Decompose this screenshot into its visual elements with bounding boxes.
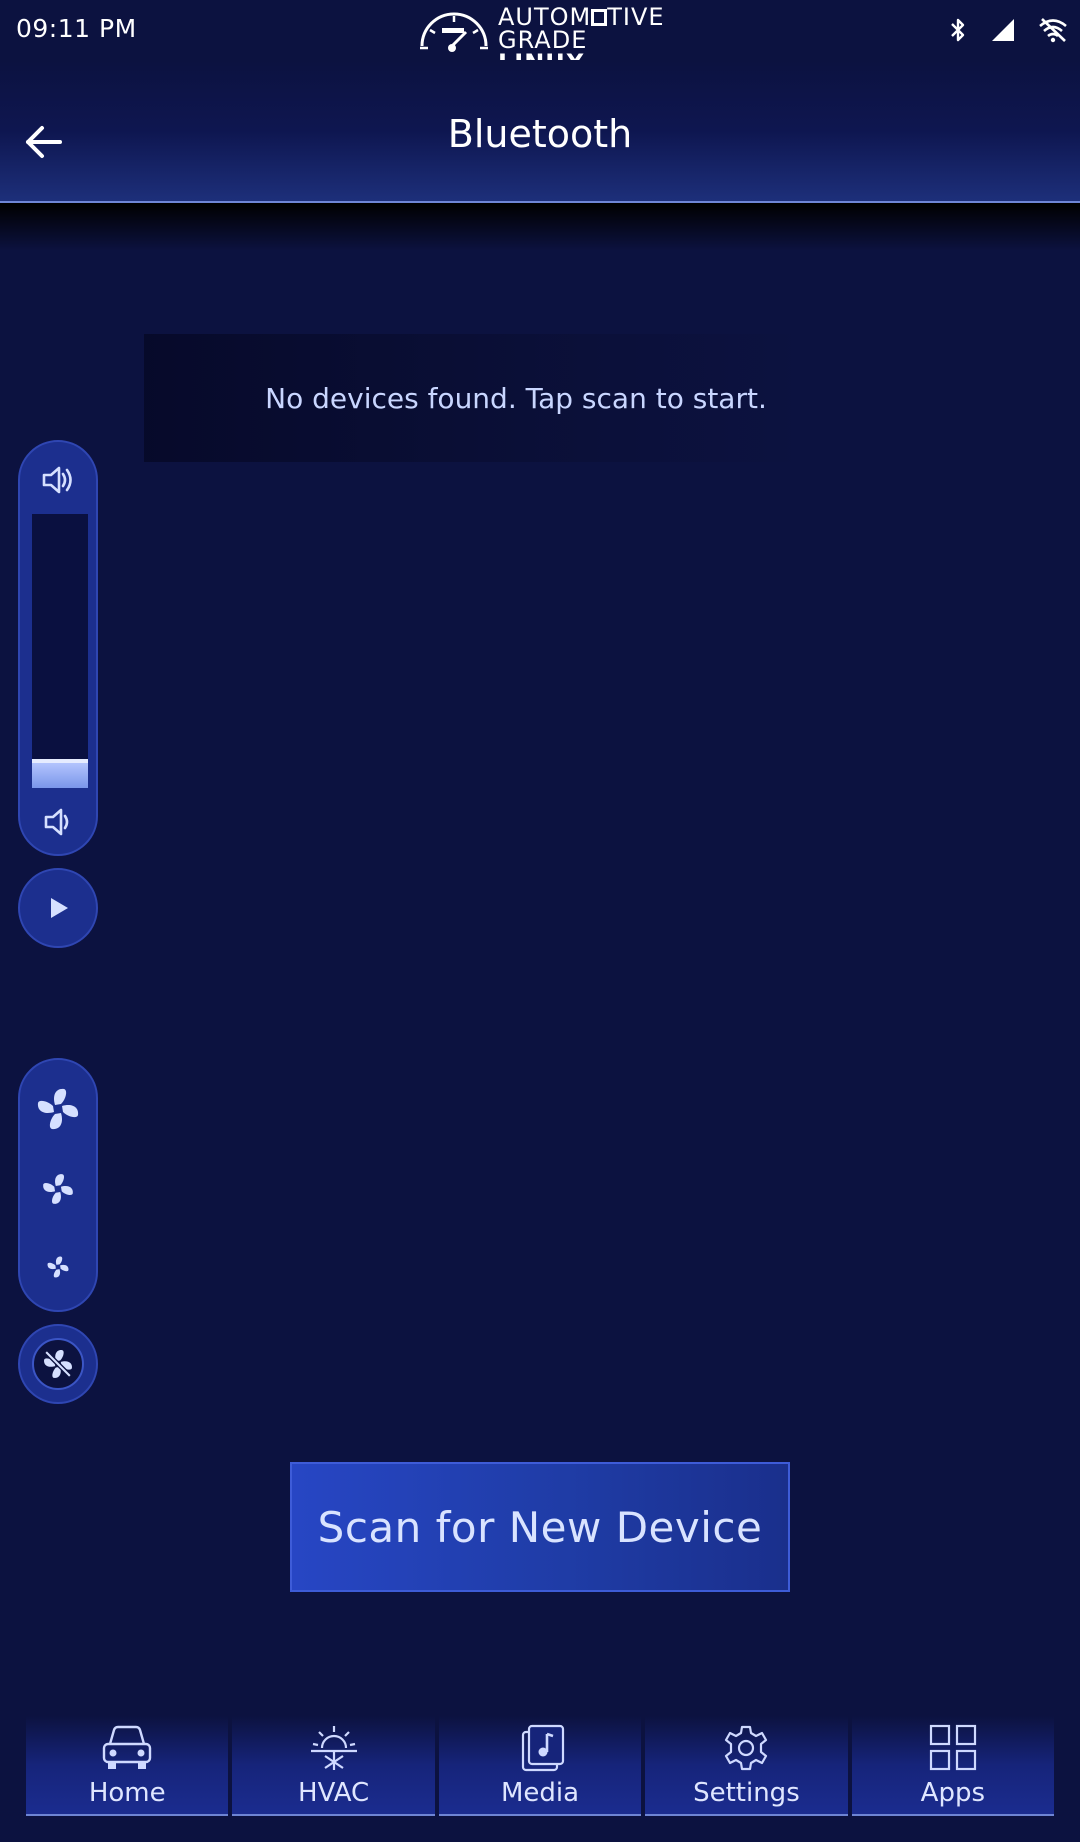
status-bar: 09:11 PM AUTOMTIVE GRADE LINUX bbox=[0, 0, 1080, 75]
car-icon bbox=[103, 1725, 152, 1769]
nav-label-home: Home bbox=[88, 1778, 166, 1808]
square-o-icon bbox=[591, 9, 608, 26]
nav-item-home[interactable]: Home bbox=[26, 1716, 229, 1816]
fan-high-icon bbox=[37, 1088, 79, 1130]
speedometer-logo-icon bbox=[420, 12, 488, 52]
logo-text-1b: TIVE bbox=[607, 3, 665, 31]
fan-medium-icon bbox=[43, 1174, 73, 1204]
wifi-off-icon bbox=[1039, 18, 1067, 43]
volume-control bbox=[18, 440, 98, 856]
volume-down-icon bbox=[44, 808, 69, 836]
nav-label-apps: Apps bbox=[920, 1778, 985, 1808]
header-shadow bbox=[0, 203, 1080, 251]
page-title: Bluetooth bbox=[447, 112, 633, 156]
nav-item-apps[interactable]: Apps bbox=[851, 1716, 1055, 1816]
gear-icon bbox=[725, 1725, 768, 1771]
fan-off-icon bbox=[44, 1350, 72, 1378]
hvac-icon bbox=[310, 1726, 357, 1770]
play-button[interactable] bbox=[18, 868, 98, 948]
fan-off-ring bbox=[32, 1338, 84, 1390]
music-note-icon bbox=[521, 1724, 565, 1772]
grid-icon bbox=[929, 1724, 976, 1771]
nav-item-media[interactable]: Media bbox=[438, 1716, 642, 1816]
fan-low-button[interactable] bbox=[46, 1255, 70, 1283]
bottom-nav: Home HVAC Media Settings Apps bbox=[26, 1716, 1055, 1816]
bluetooth-icon bbox=[951, 18, 965, 42]
volume-up-button[interactable] bbox=[40, 462, 76, 498]
fan-low-icon bbox=[47, 1256, 69, 1278]
nav-label-hvac: HVAC bbox=[298, 1778, 370, 1808]
play-icon bbox=[51, 898, 68, 918]
scan-button-label: Scan for New Device bbox=[317, 1502, 763, 1552]
volume-slider-fill bbox=[32, 760, 88, 788]
device-list-empty-state: No devices found. Tap scan to start. bbox=[144, 334, 808, 462]
cellular-signal-icon bbox=[992, 19, 1014, 41]
scan-new-device-button[interactable]: Scan for New Device bbox=[290, 1462, 790, 1592]
volume-slider-handle[interactable] bbox=[32, 758, 88, 763]
volume-down-button[interactable] bbox=[40, 804, 76, 840]
fan-off-button[interactable] bbox=[18, 1324, 98, 1404]
status-icons bbox=[948, 14, 1068, 46]
volume-up-icon bbox=[42, 466, 72, 494]
fan-high-button[interactable] bbox=[35, 1086, 81, 1136]
status-time: 09:11 PM bbox=[16, 14, 137, 43]
nav-item-hvac[interactable]: HVAC bbox=[232, 1716, 435, 1816]
header: Bluetooth bbox=[0, 60, 1080, 203]
fan-speed-control bbox=[18, 1058, 98, 1312]
empty-message-text: No devices found. Tap scan to start. bbox=[265, 381, 767, 415]
volume-slider[interactable] bbox=[32, 514, 88, 788]
fan-medium-button[interactable] bbox=[41, 1172, 75, 1210]
nav-label-media: Media bbox=[500, 1778, 580, 1808]
agl-logo: AUTOMTIVE GRADE LINUX bbox=[416, 3, 666, 75]
nav-label-settings: Settings bbox=[693, 1778, 800, 1808]
nav-item-settings[interactable]: Settings bbox=[645, 1716, 848, 1816]
